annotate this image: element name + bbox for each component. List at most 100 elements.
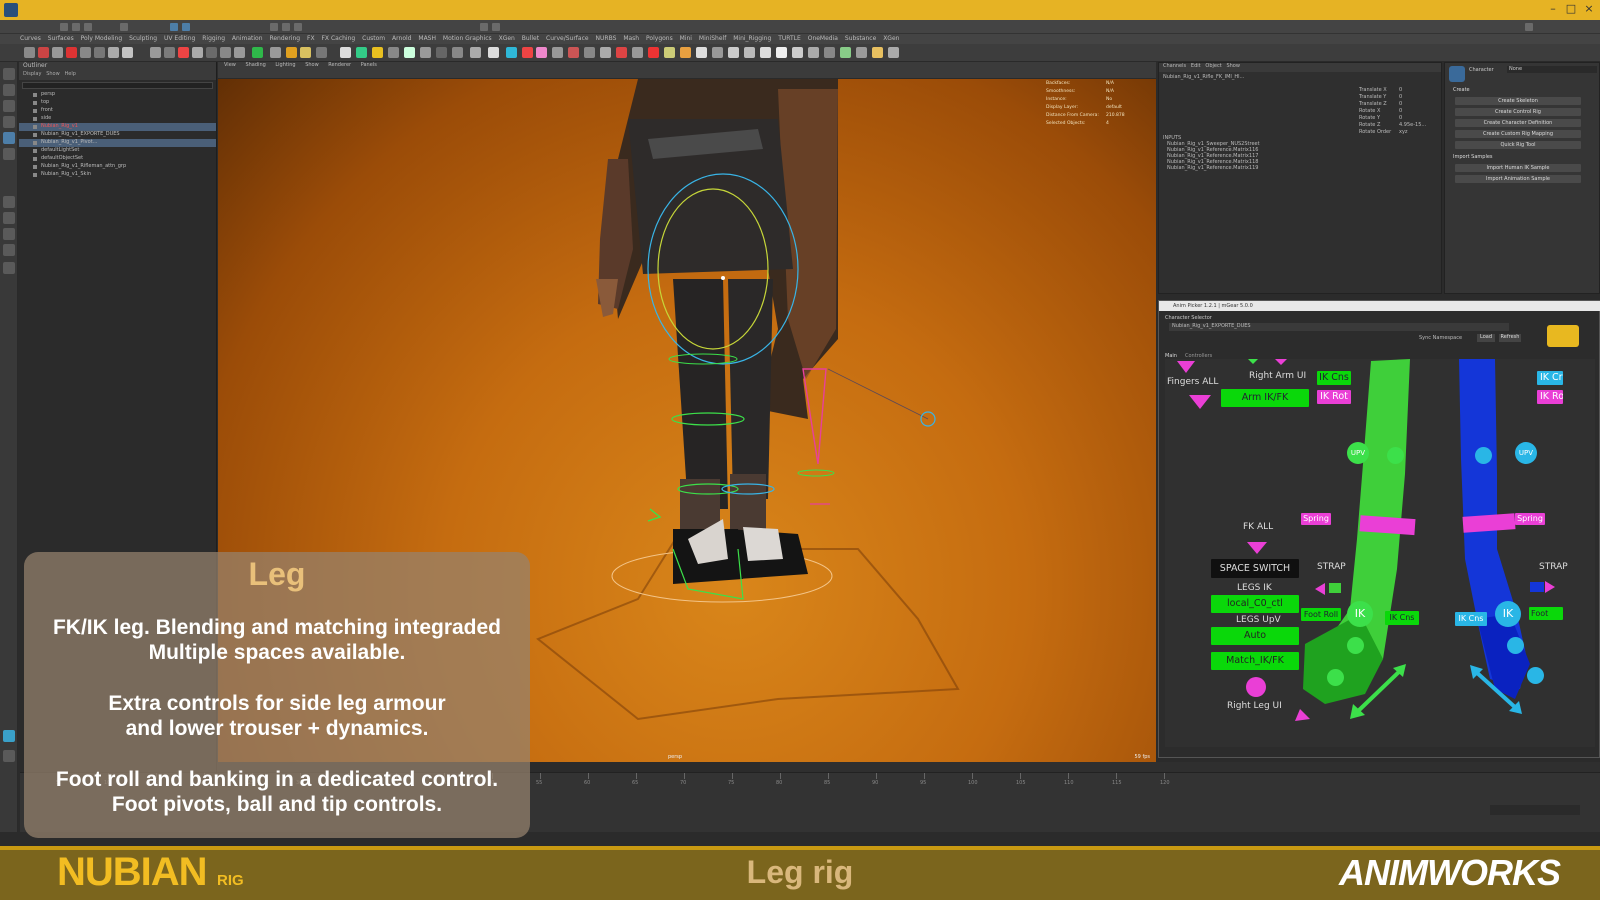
shelf-tool-icon[interactable] <box>436 47 447 58</box>
shelf-tool-icon[interactable] <box>316 47 327 58</box>
save-scene-icon[interactable] <box>84 23 92 31</box>
shelf-tool-icon[interactable] <box>192 47 203 58</box>
channel-value[interactable]: 4.95e-15... <box>1399 122 1426 129</box>
graph-layout-icon[interactable] <box>3 244 15 256</box>
shelf-tool-icon[interactable] <box>164 47 175 58</box>
refresh-button[interactable]: Refresh <box>1499 334 1521 342</box>
mel-icon[interactable] <box>3 730 15 742</box>
quick-rig-tool-button[interactable]: Quick Rig Tool <box>1455 141 1581 149</box>
maximize-icon[interactable]: □ <box>1564 2 1578 16</box>
shelf-tool-icon[interactable] <box>52 47 63 58</box>
shelf-tool-icon[interactable] <box>452 47 463 58</box>
playback-controls[interactable] <box>1490 805 1580 815</box>
shelf-tool-icon[interactable] <box>506 47 517 58</box>
shelf-tool-icon[interactable] <box>728 47 739 58</box>
shelf-tab[interactable]: Rendering <box>269 35 300 42</box>
shelf-tab[interactable]: Mini <box>680 35 692 42</box>
shelf-tool-icon[interactable] <box>696 47 707 58</box>
paint-select-icon[interactable] <box>3 100 15 112</box>
shelf-tab[interactable]: TURTLE <box>778 35 801 42</box>
search-icon[interactable] <box>3 262 15 274</box>
workspace-icon[interactable] <box>1525 23 1533 31</box>
new-scene-icon[interactable] <box>60 23 68 31</box>
strap-left-arrow-icon[interactable] <box>1315 583 1325 595</box>
snap-grid-icon[interactable] <box>270 23 278 31</box>
outliner-item[interactable]: Nubian_Rig_v1_Rifleman_attn_grp <box>19 163 216 171</box>
section-create[interactable]: Create <box>1453 87 1470 93</box>
shelf-tool-icon[interactable] <box>420 47 431 58</box>
shelf-tab[interactable]: Arnold <box>392 35 411 42</box>
outliner-layout-icon[interactable] <box>3 228 15 240</box>
create-control-rig-button[interactable]: Create Control Rig <box>1455 108 1581 116</box>
left-spring-button[interactable]: Spring <box>1515 513 1545 525</box>
shelf-tab[interactable]: XGen <box>499 35 515 42</box>
create-custom-rig-mapping-button[interactable]: Create Custom Rig Mapping <box>1455 130 1581 138</box>
shelf-tool-icon[interactable] <box>270 47 281 58</box>
channel-value[interactable]: 0 <box>1399 87 1402 94</box>
right-leg-ui-arrow-icon[interactable] <box>1295 709 1310 721</box>
left-ik-cns-button[interactable]: IK Cns <box>1455 612 1487 626</box>
shelf-tab[interactable]: Animation <box>232 35 263 42</box>
shelf-tool-icon[interactable] <box>470 47 481 58</box>
fk-all-arrow-icon[interactable] <box>1247 542 1267 554</box>
shelf-tab[interactable]: MASH <box>418 35 436 42</box>
import-animation-sample-button[interactable]: Import Animation Sample <box>1455 175 1581 183</box>
shelf-tab[interactable]: Custom <box>362 35 385 42</box>
shelf-tool-icon[interactable] <box>536 47 547 58</box>
shelf-tool-icon[interactable] <box>38 47 49 58</box>
outliner-menu-display[interactable]: Display <box>23 71 41 77</box>
shelf-tab[interactable]: FX Caching <box>321 35 355 42</box>
right-ball-ctrl[interactable] <box>1347 637 1364 654</box>
move-tool-icon[interactable] <box>3 116 15 128</box>
shelf-tab[interactable]: Sculpting <box>129 35 157 42</box>
outliner-item[interactable]: defaultObjectSet <box>19 155 216 163</box>
shelf-tool-icon[interactable] <box>80 47 91 58</box>
shelf-tab[interactable]: NURBS <box>596 35 617 42</box>
character-select[interactable]: None <box>1507 66 1597 73</box>
shelf-tab[interactable]: MiniShelf <box>699 35 726 42</box>
channel-value[interactable]: 0 <box>1399 115 1402 122</box>
outliner-item[interactable]: Nubian_Rig_v1_Skin <box>19 171 216 179</box>
strap-right-toggle[interactable] <box>1329 583 1341 593</box>
shelf-tool-icon[interactable] <box>872 47 883 58</box>
right-tip-ctrl[interactable] <box>1327 669 1344 686</box>
character-selector-dropdown[interactable]: Nubian_Rig_v1_EXPORTE_DUES <box>1169 323 1509 331</box>
local-c0-ctl-button[interactable]: local_C0_ctl <box>1211 595 1299 613</box>
outliner-menu-show[interactable]: Show <box>46 71 60 77</box>
strap-right-arrow-icon[interactable] <box>1545 581 1555 593</box>
snap-point-icon[interactable] <box>294 23 302 31</box>
shelf-tool-icon[interactable] <box>584 47 595 58</box>
load-button[interactable]: Load <box>1477 334 1495 342</box>
shelf-tool-icon[interactable] <box>234 47 245 58</box>
right-ik-foot-button[interactable]: IK <box>1347 601 1373 627</box>
ik-rot-left-button[interactable]: IK Ro <box>1537 390 1563 404</box>
shelf-tool-icon[interactable] <box>680 47 691 58</box>
ipr-render-icon[interactable] <box>492 23 500 31</box>
sync-namespace-checkbox[interactable]: Sync Namespace <box>1419 335 1462 341</box>
shelf-tool-icon[interactable] <box>488 47 499 58</box>
scale-tool-icon[interactable] <box>3 148 15 160</box>
space-switch-button[interactable]: SPACE SWITCH <box>1211 559 1299 578</box>
input-node[interactable]: Nubian_Rig_v1_Reference.Matrix119 <box>1163 165 1260 171</box>
channel-value[interactable]: 0 <box>1399 108 1402 115</box>
rotate-tool-icon[interactable] <box>3 132 15 144</box>
shelf-tool-icon[interactable] <box>220 47 231 58</box>
shelf-tab[interactable]: FX <box>307 35 315 42</box>
shelf-tool-icon[interactable] <box>808 47 819 58</box>
viewport-menu-panels[interactable]: Panels <box>361 62 377 68</box>
outliner-item[interactable]: Nubian_Rig_v1 <box>19 123 216 131</box>
left-upv-button[interactable]: UPV <box>1515 442 1537 464</box>
shelf-tool-icon[interactable] <box>522 47 533 58</box>
select-mode-icon[interactable] <box>170 23 178 31</box>
shelf-tool-icon[interactable] <box>744 47 755 58</box>
left-foot-roll-button[interactable]: Foot <box>1529 607 1563 620</box>
four-view-icon[interactable] <box>3 212 15 224</box>
outliner-item[interactable]: Nubian_Rig_v1_Pivot... <box>19 139 216 147</box>
shelf-tool-icon[interactable] <box>552 47 563 58</box>
left-ik-foot-button[interactable]: IK <box>1495 601 1521 627</box>
ik-cns-button[interactable]: IK Cns <box>1317 371 1351 385</box>
shelf-tool-icon[interactable] <box>712 47 723 58</box>
select-component-icon[interactable] <box>182 23 190 31</box>
shelf-tool-icon[interactable] <box>648 47 659 58</box>
shelf-tool-icon[interactable] <box>600 47 611 58</box>
